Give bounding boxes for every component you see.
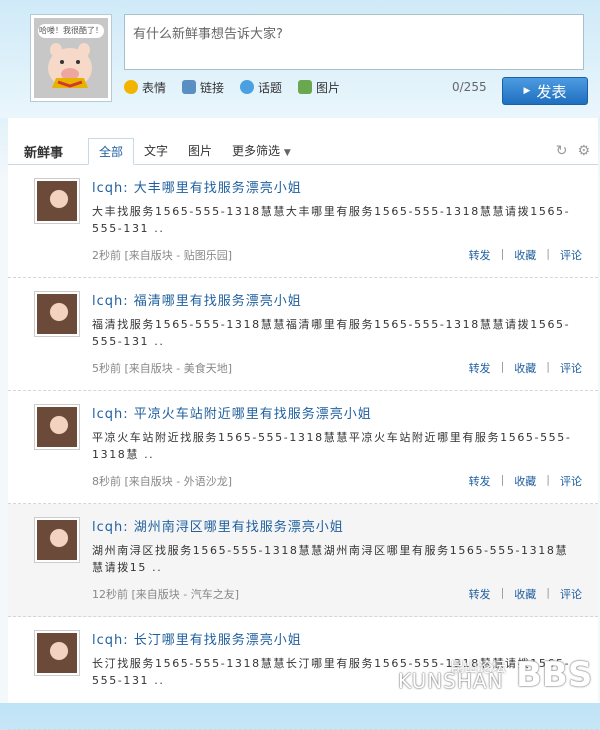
feed-item: lcqh: 湖州南浔区哪里有找服务漂亮小姐 湖州南浔区找服务1565-555-1… — [8, 504, 598, 617]
tab-picture[interactable]: 图片 — [178, 138, 222, 163]
feed-item: lcqh: 平凉火车站附近哪里有找服务漂亮小姐 平凉火车站附近找服务1565-5… — [8, 391, 598, 504]
feed-list: lcqh: 大丰哪里有找服务漂亮小姐 大丰找服务1565-555-1318慧慧大… — [8, 165, 598, 730]
feed-item-actions: 转发 | 收藏 | 评论 — [468, 247, 582, 263]
feed-item-meta: 12秒前 [来自版块 - 汽车之友] — [92, 588, 240, 601]
feed-item-body: 湖州南浔区找服务1565-555-1318慧慧湖州南浔区哪里有服务1565-55… — [92, 544, 569, 574]
tab-text[interactable]: 文字 — [134, 138, 178, 163]
avatar[interactable] — [34, 630, 80, 676]
link-button[interactable]: 链接 — [182, 79, 224, 96]
feed-item-actions: 转发 | 收藏 | 评论 — [468, 586, 582, 602]
char-counter: 0/255 — [452, 80, 487, 94]
feed-item-title[interactable]: lcqh: 福清哪里有找服务漂亮小姐 — [92, 290, 302, 309]
comment-link[interactable]: 评论 — [560, 586, 582, 602]
link-icon — [182, 80, 197, 94]
emoticon-button[interactable]: 表情 — [124, 79, 166, 96]
avatar[interactable] — [34, 178, 80, 224]
feed-header-icons: ↻ ⚙ — [546, 143, 590, 159]
feed-item-meta: 2秒前 [来自版块 - 贴图乐园] — [92, 249, 233, 262]
tab-more-filter[interactable]: 更多筛选 ▼ — [222, 138, 301, 163]
comment-link[interactable]: 评论 — [560, 247, 582, 263]
link-label: 链接 — [200, 80, 225, 95]
watermark-bbs: BBS — [516, 655, 593, 695]
arrow-right-icon: ▶ — [523, 86, 531, 96]
feed-header: 新鲜事 全部 文字 图片 更多筛选 ▼ ↻ ⚙ — [8, 138, 598, 165]
status-input[interactable]: 有什么新鲜事想告诉大家? — [124, 14, 584, 70]
avatar[interactable] — [34, 517, 80, 563]
feed-item-meta: 5秒前 [来自版块 - 美食天地] — [92, 362, 233, 375]
chevron-down-icon: ▼ — [283, 148, 291, 158]
emoticon-icon — [124, 80, 138, 94]
forward-link[interactable]: 转发 — [469, 360, 491, 376]
watermark-main: KUNSHAN — [398, 669, 504, 693]
topic-label: 话题 — [258, 80, 283, 95]
feed-item-title[interactable]: lcqh: 大丰哪里有找服务漂亮小姐 — [92, 177, 302, 196]
feed-item-body: 大丰找服务1565-555-1318慧慧大丰哪里有服务1565-555-1318… — [92, 205, 571, 235]
feed-tabs: 全部 文字 图片 更多筛选 ▼ — [88, 138, 301, 165]
forward-link[interactable]: 转发 — [469, 473, 491, 489]
feed-title: 新鲜事 — [24, 146, 64, 161]
avatar-image: 哈喽！我很酷了！ — [34, 18, 108, 98]
feed-item-body: 福清找服务1565-555-1318慧慧福清哪里有服务1565-555-1318… — [92, 318, 571, 348]
topic-icon — [240, 80, 255, 94]
picture-button[interactable]: 图片 — [298, 79, 340, 96]
feed-item: lcqh: 福清哪里有找服务漂亮小姐 福清找服务1565-555-1318慧慧福… — [8, 278, 598, 391]
comment-link[interactable]: 评论 — [560, 473, 582, 489]
favorite-link[interactable]: 收藏 — [514, 586, 536, 602]
feed-item-title[interactable]: lcqh: 平凉火车站附近哪里有找服务漂亮小姐 — [92, 403, 372, 422]
composer-toolbar: 表情 链接 话题 图片 — [124, 78, 356, 96]
avatar[interactable] — [34, 291, 80, 337]
post-button[interactable]: ▶ 发表 — [502, 77, 588, 105]
feed-item: lcqh: 大丰哪里有找服务漂亮小姐 大丰找服务1565-555-1318慧慧大… — [8, 165, 598, 278]
feed-item-title[interactable]: lcqh: 长汀哪里有找服务漂亮小姐 — [92, 629, 302, 648]
tab-all[interactable]: 全部 — [88, 138, 135, 165]
comment-link[interactable]: 评论 — [560, 360, 582, 376]
post-label: 发表 — [536, 82, 567, 101]
gear-icon[interactable]: ⚙ — [577, 143, 590, 159]
favorite-link[interactable]: 收藏 — [514, 473, 536, 489]
forward-link[interactable]: 转发 — [469, 586, 491, 602]
emoticon-label: 表情 — [142, 80, 167, 95]
picture-icon — [298, 80, 313, 94]
topic-button[interactable]: 话题 — [240, 79, 282, 96]
feed-item-title[interactable]: lcqh: 湖州南浔区哪里有找服务漂亮小姐 — [92, 516, 344, 535]
refresh-icon[interactable]: ↻ — [556, 143, 568, 159]
favorite-link[interactable]: 收藏 — [514, 360, 536, 376]
favorite-link[interactable]: 收藏 — [514, 247, 536, 263]
feed-item-meta: 8秒前 [来自版块 - 外语沙龙] — [92, 475, 233, 488]
feed-item-actions: 转发 | 收藏 | 评论 — [468, 473, 582, 489]
forward-link[interactable]: 转发 — [469, 247, 491, 263]
feed-item-actions: 转发 | 收藏 | 评论 — [468, 360, 582, 376]
feed-item-body: 平凉火车站附近找服务1565-555-1318慧慧平凉火车站附近哪里有服务156… — [92, 431, 572, 461]
avatar[interactable] — [34, 404, 80, 450]
watermark: 昆山论坛 KUNSHAN BBS — [398, 655, 594, 699]
picture-label: 图片 — [316, 80, 341, 95]
avatar[interactable]: 哈喽！我很酷了！ — [30, 14, 112, 102]
